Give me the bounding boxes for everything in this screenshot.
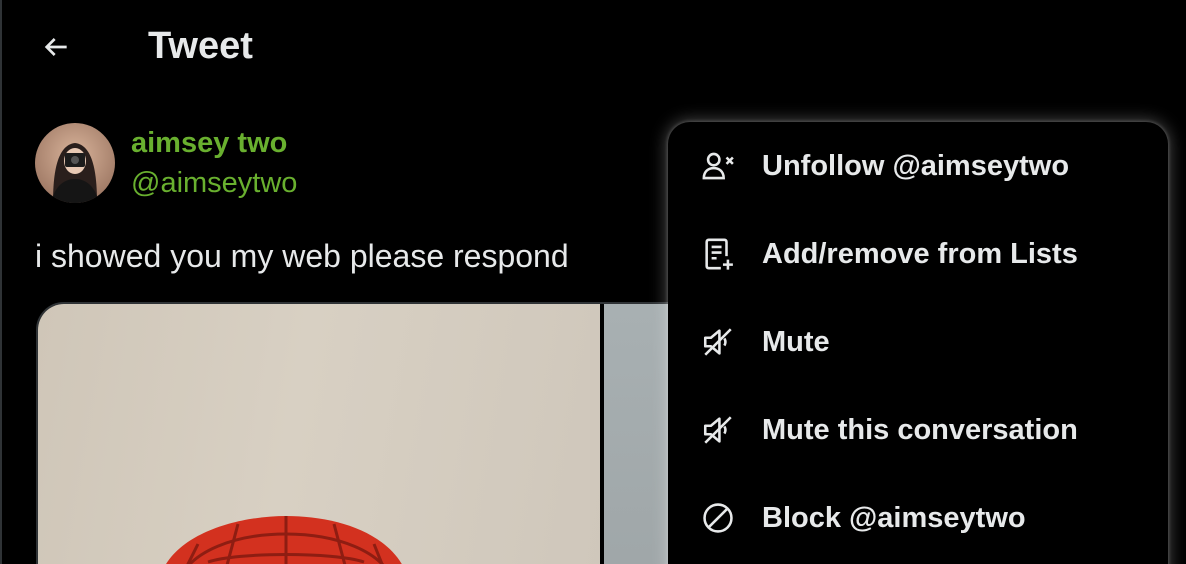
back-button[interactable] — [34, 25, 78, 69]
author-display-name[interactable]: aimsey two — [131, 126, 287, 160]
menu-item-label: Unfollow @aimseytwo — [762, 150, 1070, 182]
tweet-image-1[interactable] — [38, 304, 600, 564]
menu-item-label: Block @aimseytwo — [762, 502, 1026, 534]
tweet-media-grid — [36, 302, 736, 564]
list-add-icon — [700, 236, 736, 272]
menu-item-label: Mute — [762, 326, 830, 358]
tweet-header: Tweet — [0, 0, 1186, 92]
unfollow-user-icon — [700, 148, 736, 184]
speaker-mute-icon — [700, 324, 736, 360]
avatar[interactable] — [35, 123, 115, 203]
arrow-left-icon — [44, 38, 67, 56]
menu-item-block[interactable]: Block @aimseytwo — [668, 474, 1168, 562]
menu-item-label: Add/remove from Lists — [762, 238, 1078, 270]
block-icon — [700, 500, 736, 536]
page-title: Tweet — [148, 25, 253, 67]
menu-item-lists[interactable]: Add/remove from Lists — [668, 210, 1168, 298]
spider-mask-image — [166, 516, 402, 564]
menu-item-mute-conversation[interactable]: Mute this conversation — [668, 386, 1168, 474]
tweet-text: i showed you my web please respond — [35, 238, 569, 274]
tweet-page: Tweet aimsey two @aimseytwo i showed you… — [0, 0, 1186, 564]
menu-item-label: Mute this conversation — [762, 414, 1078, 446]
avatar-photo — [35, 123, 115, 203]
tweet-options-menu: Unfollow @aimseytwo Add/remove from List… — [668, 122, 1168, 564]
speaker-mute-icon — [700, 412, 736, 448]
menu-item-mute[interactable]: Mute — [668, 298, 1168, 386]
menu-item-unfollow[interactable]: Unfollow @aimseytwo — [668, 122, 1168, 210]
author-handle[interactable]: @aimseytwo — [131, 166, 297, 200]
